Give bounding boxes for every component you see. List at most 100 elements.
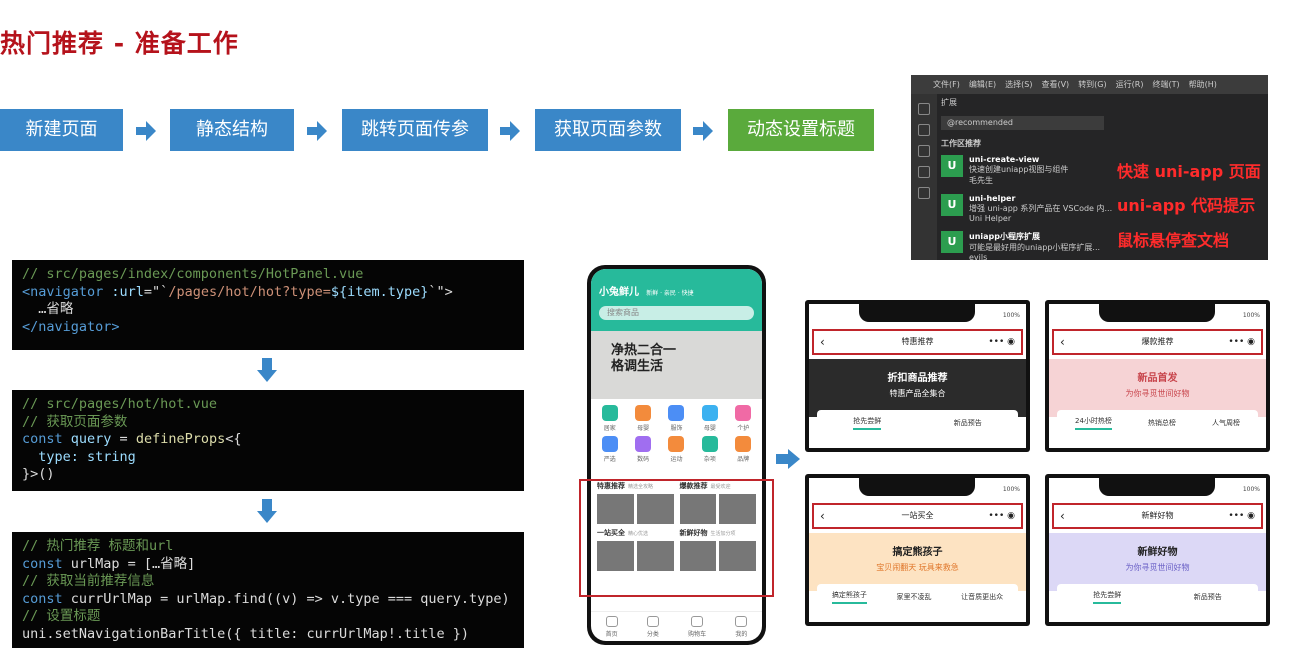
back-icon[interactable]: ‹ bbox=[820, 505, 825, 527]
banner-sub: 为你寻觅世间好物 bbox=[1125, 389, 1190, 398]
category-icon bbox=[701, 436, 718, 452]
category-item[interactable]: 个护 bbox=[729, 405, 758, 432]
capsule-menu-icon[interactable]: ••• ◉ bbox=[988, 505, 1015, 527]
tab-item[interactable]: 新品预告 bbox=[1194, 592, 1222, 602]
category-item[interactable]: 运动 bbox=[662, 436, 691, 463]
code-keyword: const bbox=[22, 555, 63, 572]
tab-item[interactable]: 24小时热榜 bbox=[1075, 416, 1112, 430]
category-label: 运动 bbox=[670, 456, 683, 463]
code-block-set-title: // 热门推荐 标题和url const urlMap = […省略] // 获… bbox=[12, 532, 524, 648]
menu-terminal[interactable]: 终端(T) bbox=[1152, 79, 1179, 90]
category-item[interactable]: 杂项 bbox=[695, 436, 724, 463]
extension-desc: 快速创建uniapp视图与组件 bbox=[969, 165, 1069, 174]
menu-edit[interactable]: 编辑(E) bbox=[969, 79, 996, 90]
extension-desc: 增强 uni-app 系列产品在 VSCode 内... bbox=[969, 204, 1113, 213]
menu-view[interactable]: 查看(V) bbox=[1041, 79, 1069, 90]
extension-author: 毛先生 bbox=[969, 176, 993, 185]
extension-item[interactable]: Uuni-create-view 快速创建uniapp视图与组件 毛先生 bbox=[941, 155, 1116, 186]
home-banner[interactable]: 净热二合一 格调生活 bbox=[591, 331, 762, 399]
banner-sub: 为你寻觅世间好物 bbox=[1125, 563, 1190, 572]
code-line: }>() bbox=[22, 466, 55, 483]
category-item[interactable]: 数码 bbox=[628, 436, 657, 463]
tab-label: 购物车 bbox=[688, 631, 707, 638]
back-icon[interactable]: ‹ bbox=[1060, 505, 1065, 527]
category-item[interactable]: 母婴 bbox=[695, 405, 724, 432]
navbar: ‹ 一站买全 ••• ◉ bbox=[812, 503, 1023, 529]
cart-icon bbox=[691, 616, 704, 627]
navbar: ‹ 新鲜好物 ••• ◉ bbox=[1052, 503, 1263, 529]
tab-item[interactable]: 新品预告 bbox=[954, 418, 982, 428]
battery-percent: 100% bbox=[1242, 486, 1260, 493]
category-item[interactable]: 母婴 bbox=[628, 405, 657, 432]
tab-home[interactable]: 首页 bbox=[605, 616, 618, 641]
category-icon bbox=[635, 436, 652, 452]
extensions-panel: 扩展 @recommended 工作区推荐 Uuni-create-view 快速… bbox=[941, 97, 1116, 260]
code-comment: // 热门推荐 标题和url bbox=[22, 538, 174, 554]
tab-category[interactable]: 分类 bbox=[646, 616, 659, 641]
capsule-menu-icon[interactable]: ••• ◉ bbox=[1228, 505, 1255, 527]
source-control-icon[interactable] bbox=[918, 124, 930, 136]
banner-line: 净热二合一 bbox=[611, 343, 677, 358]
category-icon bbox=[601, 436, 618, 452]
category-icon bbox=[601, 405, 618, 421]
menu-run[interactable]: 运行(R) bbox=[1116, 79, 1144, 90]
code-var: query bbox=[62, 431, 112, 448]
code-punct: = bbox=[111, 431, 136, 448]
category-label: 数码 bbox=[637, 456, 650, 463]
code-tag: <navigator bbox=[22, 283, 104, 300]
category-item[interactable]: 居家 bbox=[595, 405, 624, 432]
navbar-title: 新鲜好物 bbox=[1141, 511, 1174, 520]
capsule-menu-icon[interactable]: ••• ◉ bbox=[988, 331, 1015, 353]
extension-item[interactable]: Uuniapp小程序扩展 可能是最好用的uniapp小程序扩展... evils bbox=[941, 231, 1116, 260]
sub-tabs: 抢先尝鲜 新品预告 bbox=[1057, 584, 1258, 610]
tab-item[interactable]: 抢先尝鲜 bbox=[853, 416, 882, 430]
extension-name: uniapp小程序扩展 bbox=[969, 232, 1040, 241]
run-icon[interactable] bbox=[918, 166, 930, 178]
code-line: type: string bbox=[22, 448, 136, 465]
step-static-structure: 静态结构 bbox=[170, 109, 294, 151]
tab-cart[interactable]: 购物车 bbox=[688, 616, 706, 641]
banner-line: 格调生活 bbox=[611, 359, 664, 374]
tab-item[interactable]: 抢先尝鲜 bbox=[1093, 590, 1122, 604]
category-item[interactable]: 品牌 bbox=[729, 436, 758, 463]
back-icon[interactable]: ‹ bbox=[1060, 331, 1065, 353]
menu-file[interactable]: 文件(F) bbox=[933, 79, 960, 90]
tab-item[interactable]: 让音质更出众 bbox=[961, 592, 1003, 602]
tab-item[interactable]: 人气周榜 bbox=[1212, 418, 1240, 428]
tab-item[interactable]: 热销总榜 bbox=[1148, 418, 1176, 428]
code-block-hotpanel: // src/pages/index/components/HotPanel.v… bbox=[12, 260, 524, 350]
category-label: 杂项 bbox=[703, 456, 716, 463]
screen-hot-new: 100% ‹ 新鲜好物 ••• ◉ 新鲜好物为你寻觅世间好物 抢先尝鲜 新品预告 bbox=[1045, 474, 1270, 626]
menu-selection[interactable]: 选择(S) bbox=[1005, 79, 1032, 90]
sub-tabs: 抢先尝鲜 新品预告 bbox=[817, 410, 1018, 436]
category-icon bbox=[646, 616, 659, 627]
menu-go[interactable]: 转到(G) bbox=[1078, 79, 1106, 90]
code-punct: `"> bbox=[428, 283, 453, 300]
menu-help[interactable]: 帮助(H) bbox=[1189, 79, 1217, 90]
code-comment: // src/pages/index/components/HotPanel.v… bbox=[22, 266, 364, 282]
tab-item[interactable]: 家里不凌乱 bbox=[896, 592, 931, 602]
extension-author: Uni Helper bbox=[969, 214, 1012, 223]
back-icon[interactable]: ‹ bbox=[820, 331, 825, 353]
extensions-search-input[interactable]: @recommended bbox=[941, 116, 1104, 130]
note-code-hint: uni-app 代码提示 bbox=[1117, 196, 1256, 215]
category-icon bbox=[668, 436, 685, 452]
banner-title: 折扣商品推荐 bbox=[887, 373, 948, 384]
extension-item[interactable]: Uuni-helper 增强 uni-app 系列产品在 VSCode 内... U… bbox=[941, 194, 1116, 223]
category-item[interactable]: 服饰 bbox=[662, 405, 691, 432]
category-item[interactable]: 严选 bbox=[595, 436, 624, 463]
explorer-icon[interactable] bbox=[918, 103, 930, 115]
extensions-icon[interactable] bbox=[918, 187, 930, 199]
code-block-hot-vue: // src/pages/hot/hot.vue // 获取页面参数 const… bbox=[12, 390, 524, 491]
capsule-menu-icon[interactable]: ••• ◉ bbox=[1228, 331, 1255, 353]
tab-my[interactable]: 我的 bbox=[735, 616, 747, 641]
home-search-input[interactable]: 搜索商品 bbox=[599, 306, 754, 320]
search-icon[interactable] bbox=[918, 145, 930, 157]
step-pass-params: 跳转页面传参 bbox=[342, 109, 488, 151]
hot-banner: 折扣商品推荐 特惠产品全集合 bbox=[809, 359, 1026, 417]
code-line: urlMap = […省略] bbox=[62, 555, 196, 572]
tab-item[interactable]: 搞定熊孩子 bbox=[831, 590, 867, 604]
home-navbar: 小兔鲜儿 新鲜 · 亲民 · 快捷 搜索商品 bbox=[591, 269, 762, 331]
extension-name: uni-create-view bbox=[969, 155, 1040, 164]
section-header[interactable]: 工作区推荐 bbox=[941, 138, 1116, 149]
